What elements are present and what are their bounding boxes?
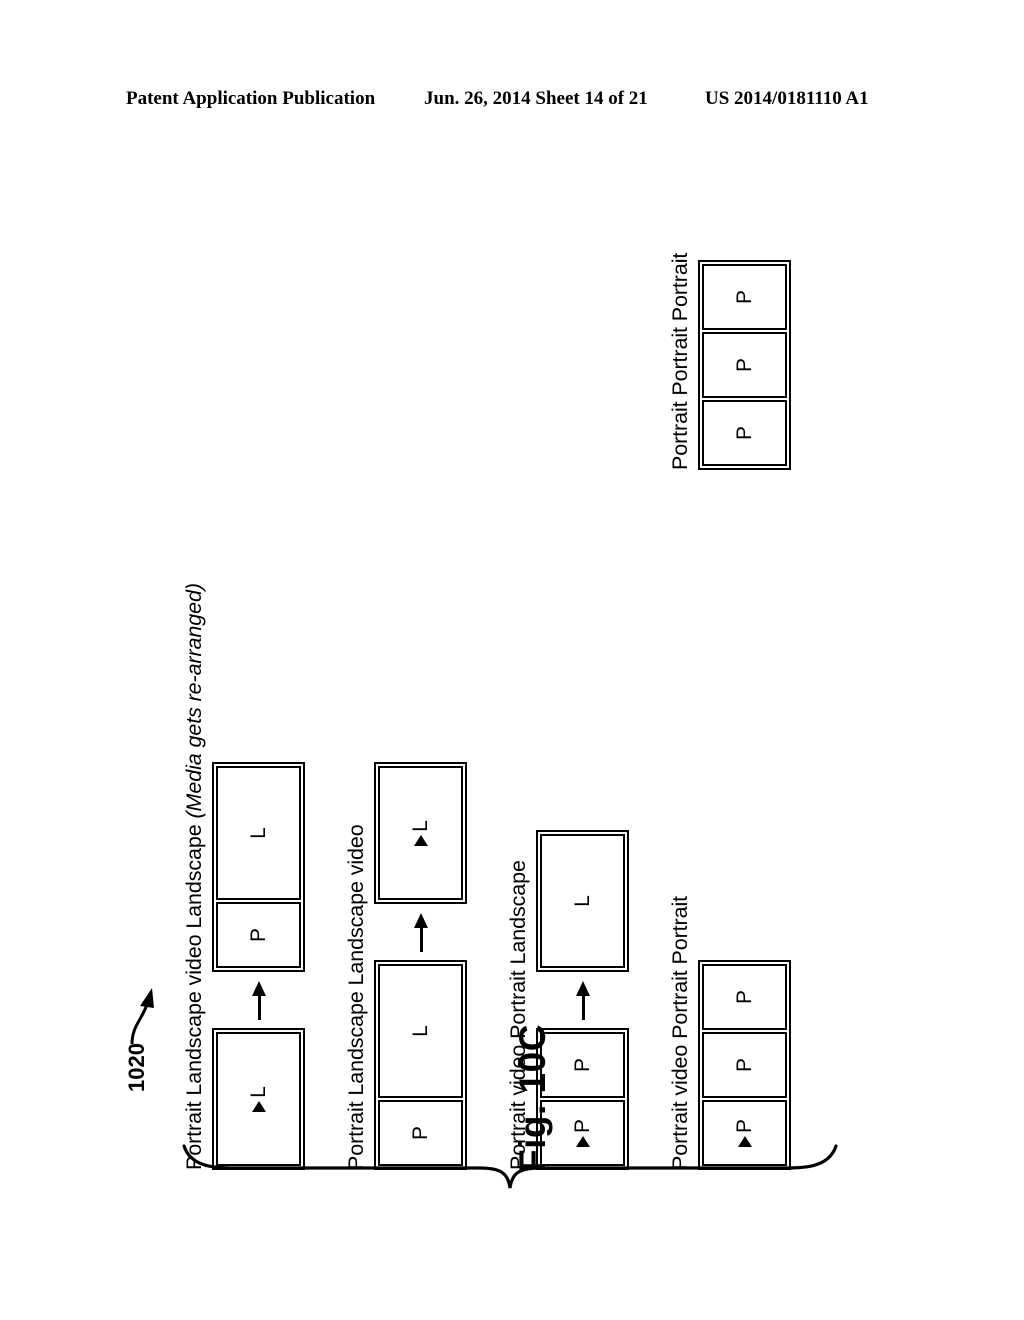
- transform-arrow-icon: [411, 910, 431, 954]
- media-cell-letter: L: [247, 827, 270, 839]
- media-cell-letter: P: [733, 1119, 756, 1134]
- row-body: LPL: [212, 762, 305, 1170]
- media-cell-letter: L: [571, 895, 594, 907]
- arrow-head: [413, 913, 428, 928]
- figure-drawing-canvas: Portrait Landscape video Landscape (Medi…: [124, 150, 842, 1189]
- row-label-main: Portrait Landscape video Landscape: [182, 818, 206, 1170]
- arrow-head: [251, 981, 266, 996]
- media-cell-letter: P: [733, 290, 756, 305]
- media-cell-portrait[interactable]: P: [702, 332, 787, 398]
- media-cell-letter: P: [571, 1119, 594, 1134]
- leader-line-icon: [126, 960, 171, 1046]
- arrow-head: [575, 981, 590, 996]
- row-label: Portrait video Portrait Portrait: [668, 896, 693, 1170]
- row-label: Portrait Landscape Landscape video: [344, 824, 369, 1170]
- media-cell-portrait[interactable]: P: [702, 400, 787, 466]
- media-cell-letter: P: [733, 426, 756, 441]
- arrow-shaft: [257, 992, 261, 1020]
- media-cell-content: L: [247, 827, 270, 839]
- figure-10c: Portrait Landscape video Landscape (Medi…: [0, 0, 1024, 1320]
- row-body: P P P: [698, 260, 791, 470]
- media-group-after[interactable]: L: [536, 830, 629, 972]
- media-cell-content: L: [409, 1025, 432, 1037]
- media-group-after[interactable]: PL: [212, 762, 305, 972]
- media-cell-letter: P: [733, 1058, 756, 1073]
- media-group-after[interactable]: L: [374, 762, 467, 904]
- media-cell-letter: P: [733, 358, 756, 373]
- row-label-note: (Media gets re-arranged): [182, 583, 206, 819]
- media-cell-letter: P: [733, 990, 756, 1005]
- media-cell-content: P: [733, 358, 756, 373]
- figure-caption: Fig. 10C: [512, 1024, 553, 1172]
- arrow-shaft: [419, 924, 423, 952]
- media-cell-content: L: [247, 1086, 270, 1112]
- media-cell-portrait[interactable]: P: [702, 264, 787, 330]
- row-label-main: Portrait Landscape Landscape video: [344, 824, 368, 1170]
- transform-arrow-icon: [249, 978, 269, 1022]
- arrow-shaft: [581, 992, 585, 1020]
- media-cell-letter: L: [409, 820, 432, 832]
- media-cell-content: P: [733, 290, 756, 305]
- media-cell-content: L: [571, 895, 594, 907]
- media-cell-letter: P: [247, 928, 270, 943]
- media-cell-content: P: [571, 1058, 594, 1073]
- row-label: Portrait Portrait Portrait: [668, 253, 693, 470]
- media-cell-content: L: [409, 820, 432, 846]
- media-cell-portrait[interactable]: P: [216, 902, 301, 968]
- row-body: PLL: [374, 762, 467, 1170]
- transform-arrow-icon: [573, 978, 593, 1022]
- row-label-main: Portrait Portrait Portrait: [668, 252, 692, 470]
- media-cell-portrait[interactable]: P: [702, 1032, 787, 1098]
- reference-numeral-1020: 1020: [124, 1043, 149, 1092]
- media-cell-content: P: [733, 1058, 756, 1073]
- media-cell-letter: L: [409, 1025, 432, 1037]
- media-group-before[interactable]: P P P: [698, 260, 791, 470]
- media-cell-portrait[interactable]: P: [702, 964, 787, 1030]
- media-cell-landscape[interactable]: L: [378, 766, 463, 900]
- row-label-main: Portrait video Portrait Portrait: [668, 895, 692, 1170]
- play-triangle-icon: [413, 834, 428, 846]
- media-cell-letter: P: [571, 1058, 594, 1073]
- media-cell-content: P: [733, 990, 756, 1005]
- media-cell-content: P: [733, 426, 756, 441]
- play-triangle-icon: [251, 1100, 266, 1112]
- media-cell-content: P: [247, 928, 270, 943]
- row-label: Portrait Landscape video Landscape (Medi…: [182, 583, 207, 1170]
- brace-icon: [182, 1144, 838, 1189]
- media-cell-landscape[interactable]: L: [378, 964, 463, 1098]
- media-cell-landscape[interactable]: L: [216, 766, 301, 900]
- media-cell-letter: L: [247, 1086, 270, 1098]
- media-cell-landscape[interactable]: L: [540, 834, 625, 968]
